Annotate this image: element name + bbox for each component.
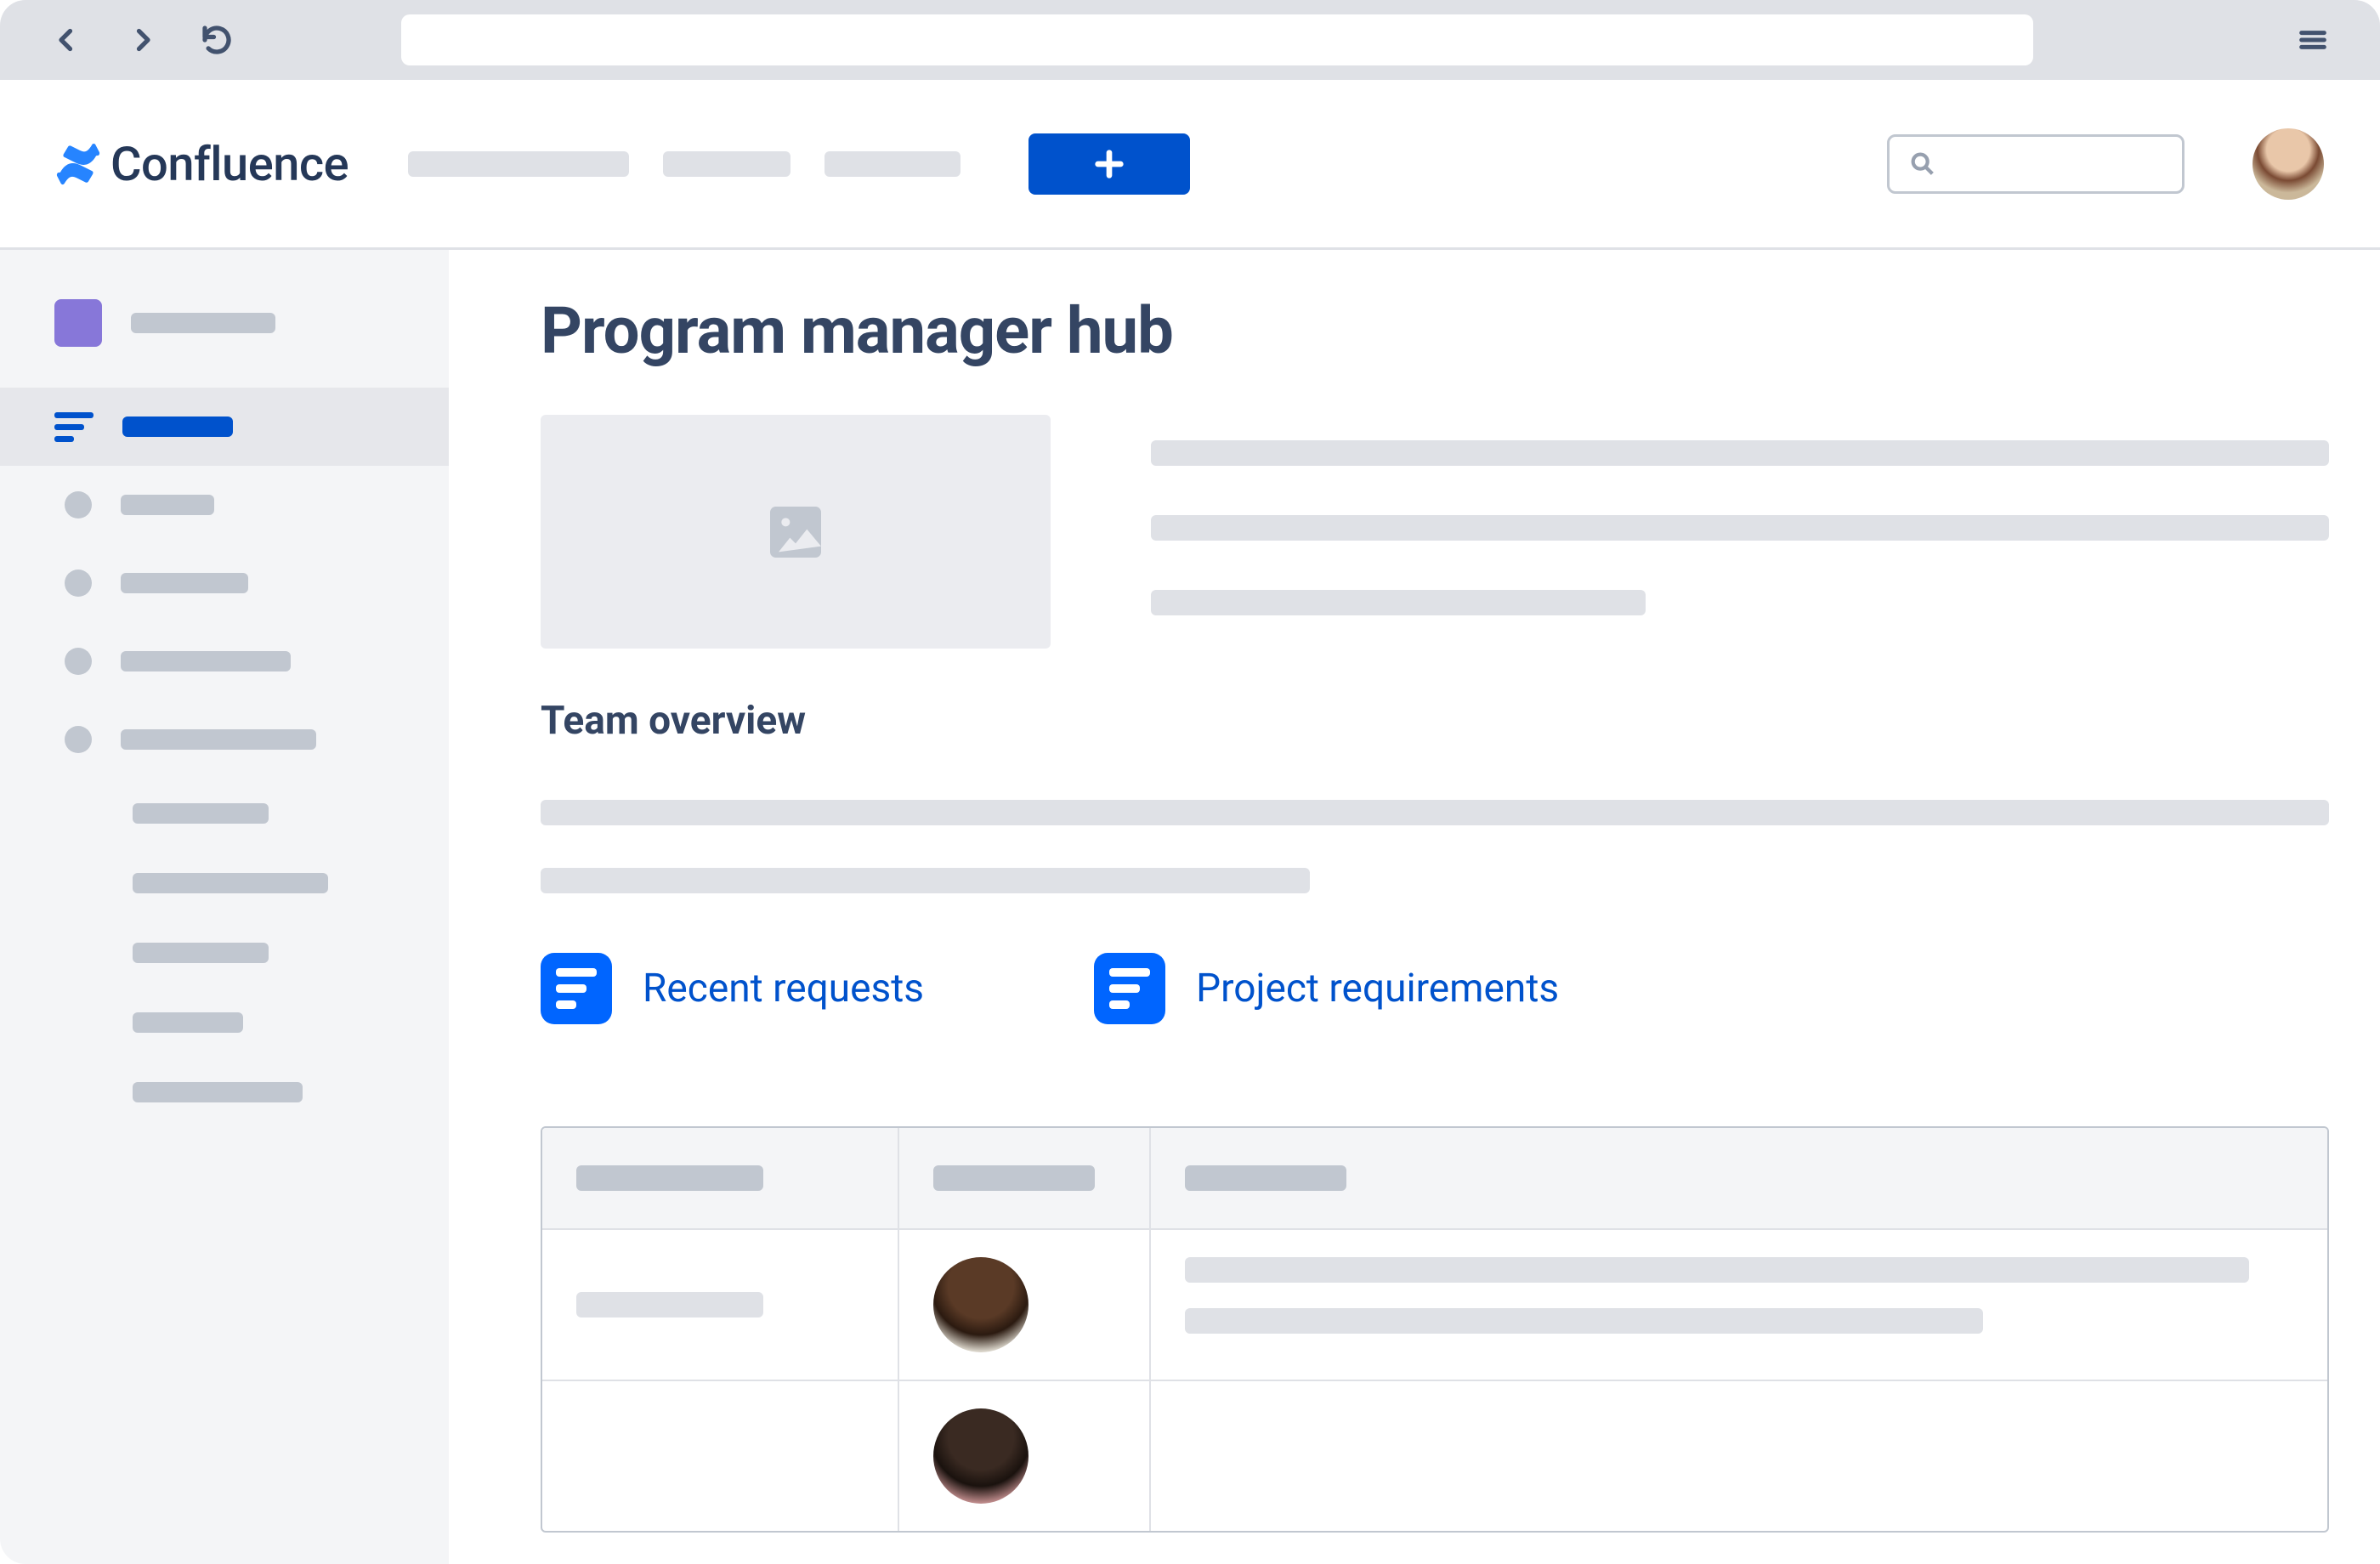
sidebar-label-placeholder [121, 729, 316, 750]
sidebar-label-placeholder [121, 573, 248, 593]
table-cell-avatar [899, 1230, 1151, 1380]
confluence-logo-icon [56, 142, 100, 186]
browser-chrome-bar [0, 0, 2380, 80]
sidebar-sub-item[interactable] [0, 918, 449, 988]
bullet-icon [65, 726, 92, 753]
sidebar-sub-item[interactable] [0, 1057, 449, 1127]
table-header-cell [899, 1128, 1151, 1228]
link-project-requirements[interactable]: Project requirements [1094, 953, 1559, 1024]
table-header-cell [542, 1128, 899, 1228]
table-row[interactable] [542, 1381, 2327, 1531]
menu-icon[interactable] [2295, 22, 2331, 58]
sidebar-label-placeholder [121, 651, 291, 672]
section-title-overview: Team overview [541, 698, 2329, 744]
sidebar-label-placeholder [133, 1012, 243, 1033]
sidebar-item[interactable] [0, 622, 449, 700]
table-header-cell [1151, 1128, 2327, 1228]
sidebar-label-placeholder [133, 1082, 303, 1102]
sidebar-label-placeholder [133, 943, 269, 963]
sidebar-item-active[interactable] [0, 388, 449, 466]
sidebar-label-placeholder [121, 495, 214, 515]
page-icon [541, 953, 612, 1024]
sidebar-label-placeholder [133, 803, 269, 824]
sidebar-sub-item[interactable] [0, 988, 449, 1057]
search-icon [1908, 150, 1937, 178]
link-label: Project requirements [1196, 966, 1559, 1012]
image-icon [762, 498, 830, 566]
team-table [541, 1126, 2329, 1533]
reload-icon[interactable] [199, 22, 235, 58]
sidebar-sub-item[interactable] [0, 779, 449, 848]
nav-item-placeholder[interactable] [824, 151, 960, 177]
product-logo[interactable]: Confluence [56, 136, 348, 192]
space-icon [54, 299, 102, 347]
link-recent-requests[interactable]: Recent requests [541, 953, 924, 1024]
sidebar-item[interactable] [0, 466, 449, 544]
sidebar-sub-item[interactable] [0, 848, 449, 918]
hero-image-placeholder [541, 415, 1051, 649]
forward-icon[interactable] [124, 22, 160, 58]
plus-icon [1092, 147, 1126, 181]
table-cell [542, 1230, 899, 1380]
link-label: Recent requests [643, 966, 924, 1012]
main-content: Program manager hub Team overview [449, 250, 2380, 1564]
url-bar[interactable] [401, 14, 2033, 65]
nav-item-placeholder[interactable] [408, 151, 629, 177]
user-avatar[interactable] [2252, 128, 2324, 200]
page-title: Program manager hub [541, 292, 2329, 369]
member-avatar [933, 1257, 1028, 1352]
sidebar-item[interactable] [0, 544, 449, 622]
sidebar-label-placeholder [133, 873, 328, 893]
table-cell-avatar [899, 1381, 1151, 1531]
table-row[interactable] [542, 1230, 2327, 1381]
member-avatar [933, 1408, 1028, 1504]
sidebar-label-placeholder [122, 416, 233, 437]
product-name: Confluence [110, 136, 348, 192]
table-cell [1151, 1230, 2327, 1380]
page-icon [1094, 953, 1165, 1024]
app-header: Confluence [0, 80, 2380, 250]
sidebar-space-header[interactable] [0, 284, 449, 362]
table-cell [542, 1381, 899, 1531]
overview-text-placeholder [541, 800, 2329, 893]
bullet-icon [65, 648, 92, 675]
back-icon[interactable] [49, 22, 85, 58]
page-tree-icon [54, 407, 94, 446]
hero-text-placeholder [1151, 415, 2329, 649]
bullet-icon [65, 570, 92, 597]
sidebar [0, 250, 449, 1564]
table-header-row [542, 1128, 2327, 1230]
create-button[interactable] [1028, 133, 1190, 195]
sidebar-label-placeholder [131, 313, 275, 333]
bullet-icon [65, 491, 92, 518]
search-input[interactable] [1887, 134, 2184, 194]
sidebar-item[interactable] [0, 700, 449, 779]
table-cell [1151, 1381, 2327, 1531]
nav-item-placeholder[interactable] [663, 151, 790, 177]
